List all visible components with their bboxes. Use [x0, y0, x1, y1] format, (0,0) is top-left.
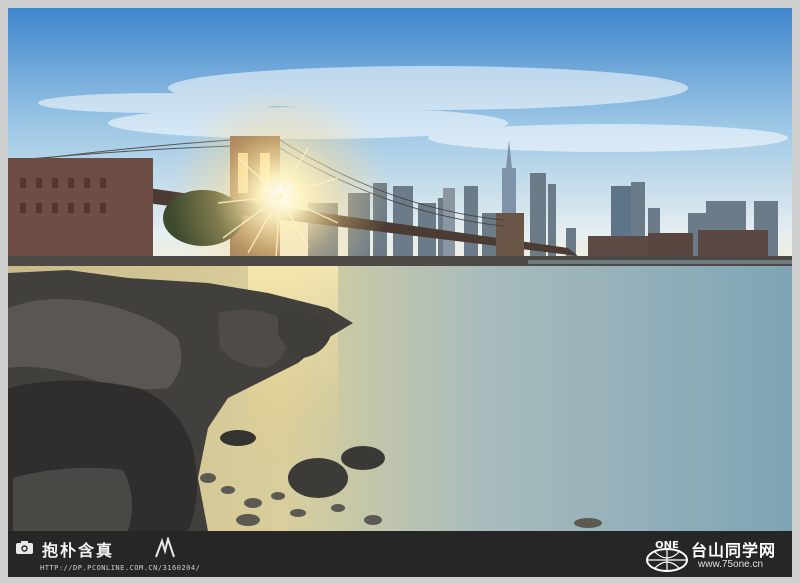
signature-text: 抱朴含真: [42, 541, 115, 560]
photo-scene: [8, 8, 792, 531]
signature-url: HTTP://DP.PCONLINE.COM.CN/3160204/: [40, 564, 201, 572]
warehouse: [8, 158, 153, 258]
photo-frame: 抱朴含真 HTTP://DP.PCONLINE.COM.CN/3160204/ …: [0, 0, 800, 583]
brand-logo-text: ONE: [655, 540, 679, 551]
signature-mark-icon: [155, 537, 175, 558]
camera-icon: [16, 541, 33, 554]
brand-name: 台山同学网: [691, 541, 777, 560]
watermark-bar: 抱朴含真 HTTP://DP.PCONLINE.COM.CN/3160204/ …: [8, 531, 792, 577]
brand-logo-icon: ONE: [646, 540, 688, 572]
photo: [8, 8, 792, 531]
brand-url: www.75one.cn: [698, 559, 764, 570]
